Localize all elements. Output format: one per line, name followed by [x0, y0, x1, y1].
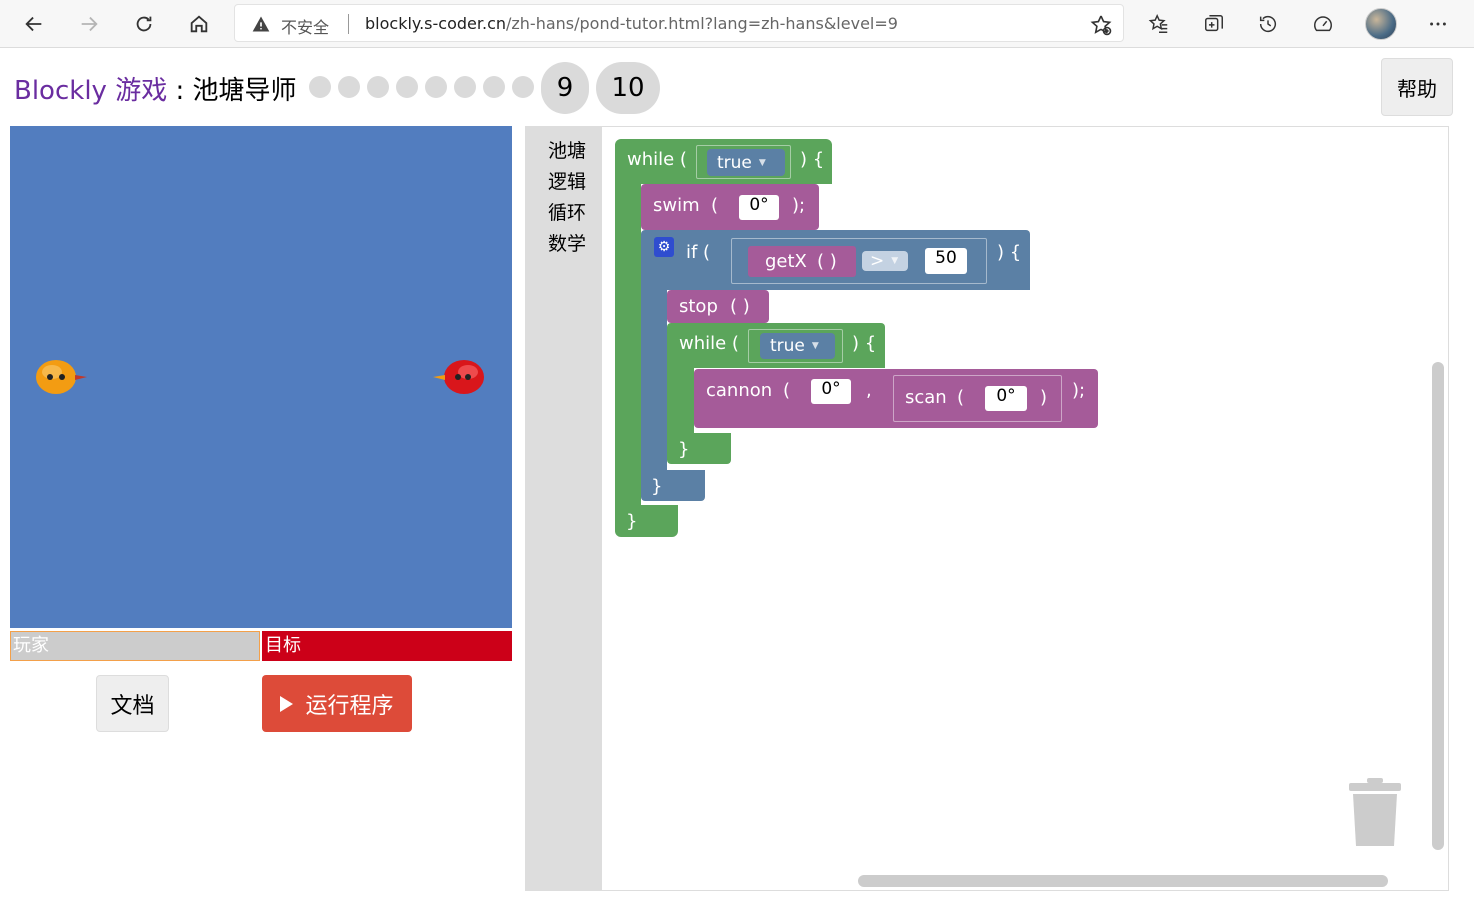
level-dot[interactable]: [425, 76, 447, 98]
if-block-spine: [641, 290, 667, 470]
forward-icon[interactable]: [71, 6, 107, 42]
while-block-inner-footer: [667, 433, 731, 464]
while-inner-brace: ) {: [852, 333, 877, 354]
back-icon[interactable]: [16, 6, 52, 42]
player-duck: [36, 360, 87, 394]
swim-end: );: [792, 195, 806, 216]
if-close-brace: }: [651, 476, 663, 497]
collections-icon[interactable]: [1196, 6, 1232, 42]
if-keyword: if (: [686, 242, 711, 263]
home-icon[interactable]: [181, 6, 217, 42]
insecure-label: 不安全: [281, 18, 330, 37]
level-dot[interactable]: [396, 76, 418, 98]
history-icon[interactable]: [1250, 6, 1286, 42]
brand-link[interactable]: Blockly 游戏: [14, 76, 167, 106]
workspace-vertical-scrollbar[interactable]: [1432, 362, 1444, 850]
toolbox-category-logic[interactable]: 逻辑: [548, 167, 586, 194]
swim-keyword: swim: [653, 195, 700, 216]
swim-angle-field[interactable]: 0°: [739, 195, 779, 220]
cannon-open-paren: (: [783, 380, 791, 401]
cannon-comma: ,: [866, 380, 872, 401]
stop-keyword: stop: [679, 296, 718, 317]
performance-icon[interactable]: [1305, 6, 1341, 42]
page-title: Blockly 游戏 : 池塘导师: [14, 76, 297, 106]
level-dot[interactable]: [454, 76, 476, 98]
run-program-button[interactable]: 运行程序: [262, 675, 412, 732]
toolbox-category-math[interactable]: 数学: [548, 229, 586, 256]
operator-dropdown[interactable]: > ▼: [862, 251, 908, 271]
while-inner-keyword: while (: [679, 333, 739, 354]
level-progress: [309, 76, 541, 98]
true-dropdown-inner[interactable]: true ▼: [760, 333, 835, 359]
address-separator: [348, 14, 349, 34]
target-duck: [433, 360, 484, 394]
level-dot[interactable]: [309, 76, 331, 98]
trash-icon[interactable]: [1349, 778, 1401, 848]
while-keyword: while (: [627, 149, 687, 170]
add-favorite-icon[interactable]: [1089, 13, 1113, 37]
player-health-bar: 玩家: [10, 631, 260, 661]
while-close-brace: }: [626, 511, 638, 532]
cannon-end: );: [1072, 380, 1086, 401]
getx-parens: ( ): [817, 251, 837, 272]
true-dropdown[interactable]: true ▼: [707, 149, 785, 176]
while-brace: ) {: [800, 149, 825, 170]
pond-display: [10, 126, 512, 628]
target-health-bar: 目标: [262, 631, 512, 661]
run-program-label: 运行程序: [305, 693, 394, 719]
help-button[interactable]: 帮助: [1381, 58, 1453, 116]
scan-open-paren: (: [957, 387, 965, 408]
level-dot[interactable]: [483, 76, 505, 98]
stop-parens: ( ): [730, 296, 750, 317]
scan-close-paren: ): [1040, 387, 1048, 408]
while-inner-close-brace: }: [678, 439, 690, 460]
mutator-gear-icon[interactable]: ⚙: [654, 237, 674, 257]
cannon-keyword: cannon: [706, 380, 773, 401]
favorites-icon[interactable]: [1141, 6, 1177, 42]
level-dot[interactable]: [367, 76, 389, 98]
compare-number-field[interactable]: 50: [925, 248, 967, 274]
level-10[interactable]: 10: [596, 62, 660, 114]
refresh-icon[interactable]: [126, 6, 162, 42]
while-block-outer-spine: [615, 184, 641, 505]
toolbox-category-pond[interactable]: 池塘: [548, 136, 586, 163]
address-bar[interactable]: 不安全 blockly.s-coder.cn/zh-hans/pond-tuto…: [234, 4, 1124, 42]
level-dot[interactable]: [512, 76, 534, 98]
level-9-current[interactable]: 9: [541, 62, 589, 114]
cannon-angle-field[interactable]: 0°: [811, 379, 851, 404]
profile-avatar[interactable]: [1365, 8, 1397, 40]
docs-button[interactable]: 文档: [96, 675, 169, 732]
warning-icon: [252, 16, 270, 32]
while-block-inner-spine: [667, 368, 694, 433]
scan-keyword: scan: [905, 387, 947, 408]
workspace-horizontal-scrollbar[interactable]: [858, 875, 1388, 887]
while-block-outer-footer: [615, 505, 678, 537]
toolbox-category-loops[interactable]: 循环: [548, 198, 586, 225]
play-icon: [280, 695, 294, 712]
swim-open-paren: (: [711, 195, 719, 216]
more-options-icon[interactable]: [1420, 6, 1456, 42]
getx-keyword: getX: [765, 251, 807, 272]
if-brace: ) {: [997, 242, 1022, 263]
scan-angle-field[interactable]: 0°: [985, 386, 1027, 411]
level-dot[interactable]: [338, 76, 360, 98]
url-text: blockly.s-coder.cn/zh-hans/pond-tutor.ht…: [365, 14, 898, 33]
browser-toolbar: 不安全 blockly.s-coder.cn/zh-hans/pond-tuto…: [0, 0, 1474, 48]
